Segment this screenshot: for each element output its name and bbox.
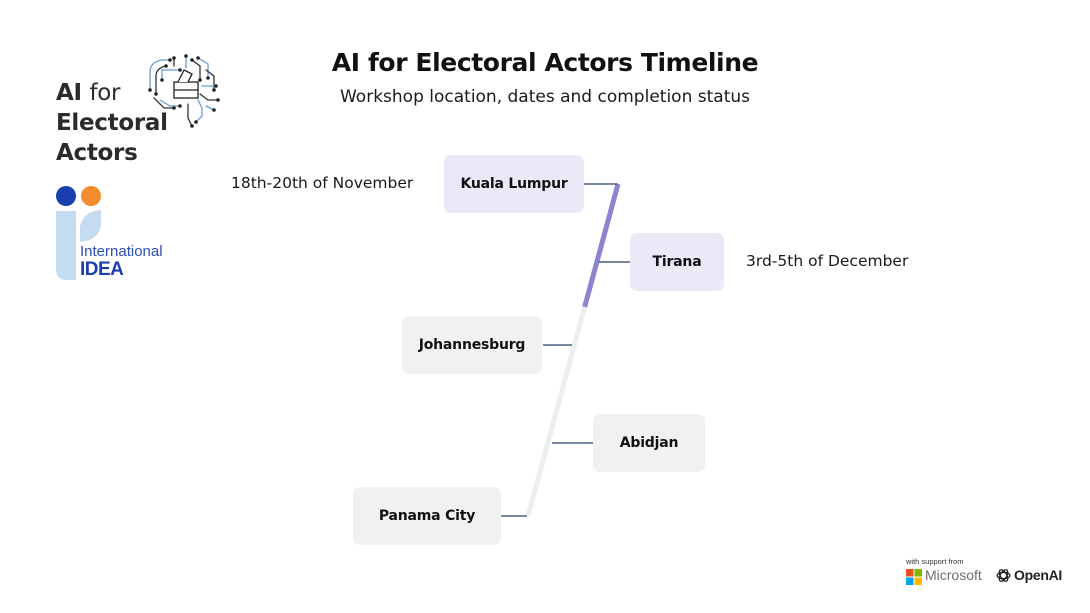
workshop-city: Tirana: [652, 254, 702, 270]
workshop-city: Panama City: [378, 508, 476, 524]
workshop-date-tirana: 3rd-5th of December: [746, 252, 909, 270]
timeline-spine-completed: [582, 183, 621, 308]
workshop-node-tirana[interactable]: Tirana: [630, 233, 724, 291]
workshop-node-kuala-lumpur[interactable]: Kuala Lumpur: [444, 155, 584, 213]
microsoft-logo-icon: [906, 569, 922, 585]
workshop-city: Kuala Lumpur: [460, 176, 568, 192]
sponsor-openai: OpenAI: [1014, 567, 1062, 583]
workshop-node-johannesburg[interactable]: Johannesburg: [402, 316, 542, 374]
workshop-node-panama-city[interactable]: Panama City: [353, 487, 501, 545]
timeline-lines: [501, 183, 630, 517]
sponsor-microsoft: Microsoft: [925, 567, 982, 583]
workshop-city: Abidjan: [619, 435, 679, 451]
openai-logo-icon: [996, 569, 1011, 582]
workshop-date-kuala-lumpur: 18th-20th of November: [231, 174, 414, 192]
workshop-city: Johannesburg: [418, 337, 526, 353]
support-label: with support from: [906, 557, 964, 566]
workshop-node-abidjan[interactable]: Abidjan: [593, 414, 705, 472]
